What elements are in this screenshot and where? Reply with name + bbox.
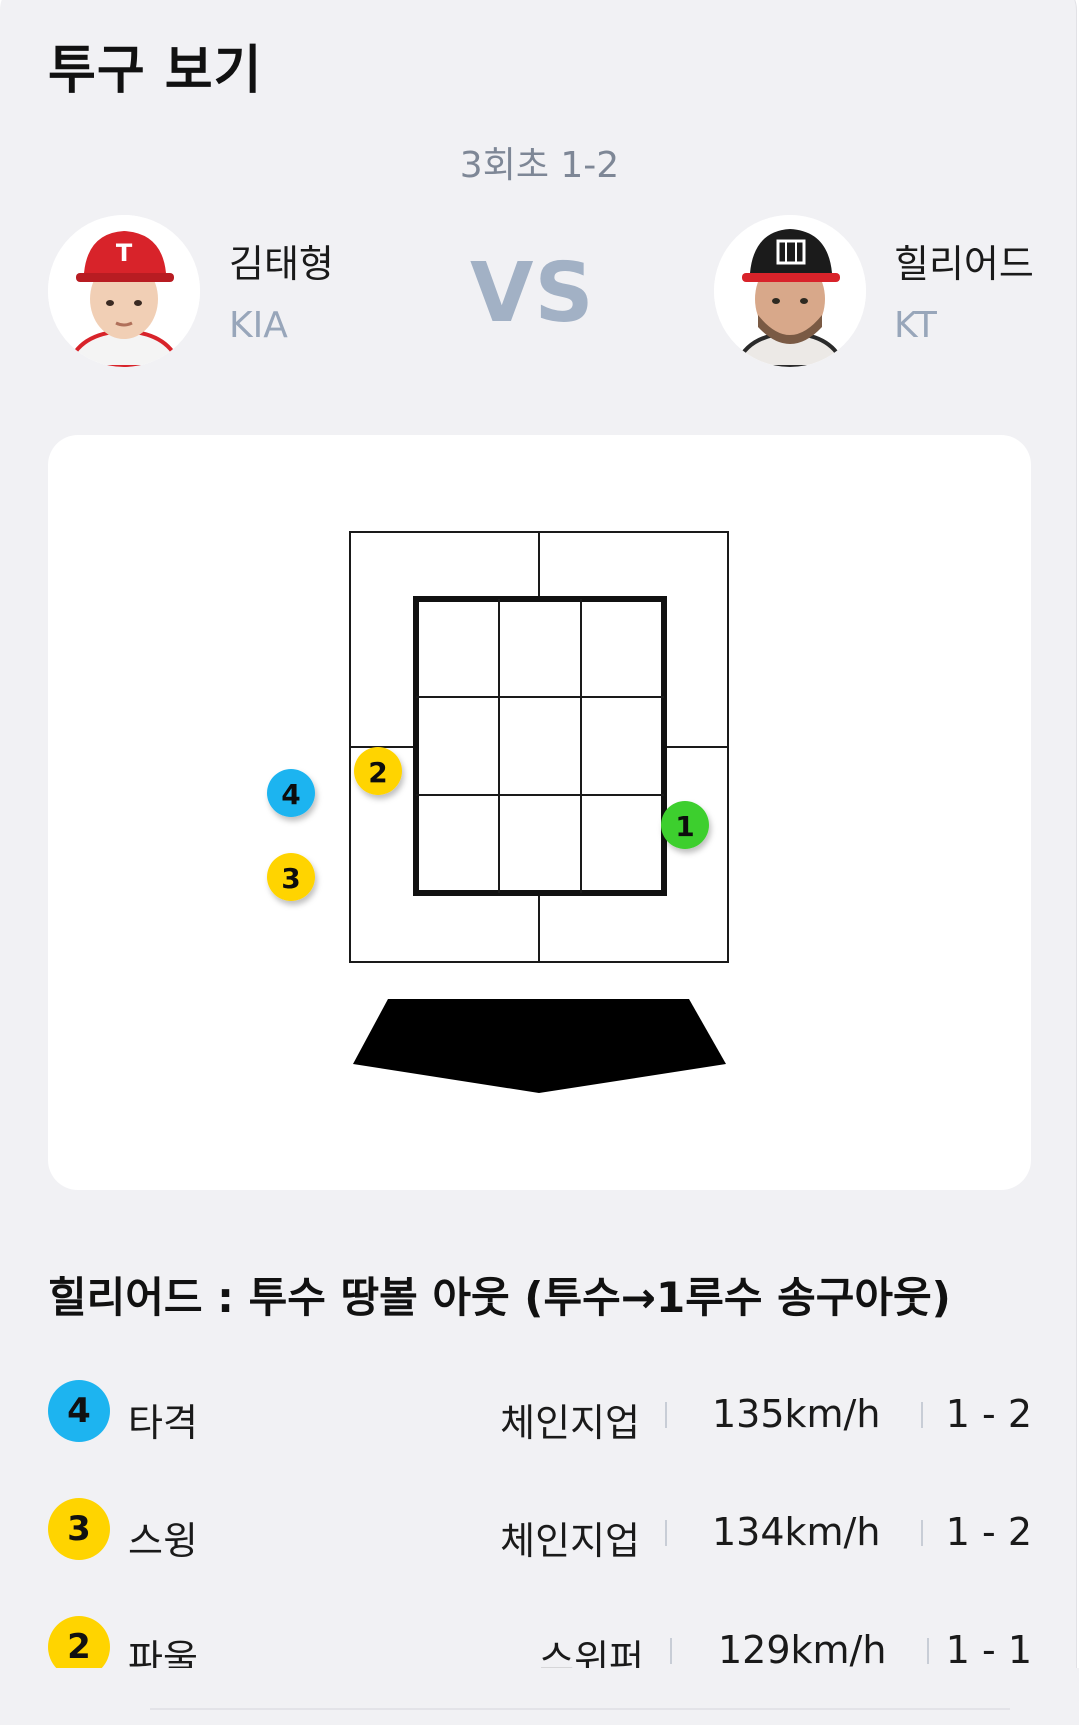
pitch-log-row[interactable]: 4 타격 체인지업 135km/h 1 - 2 xyxy=(48,1380,1032,1445)
pitch-action: 스윙 xyxy=(128,1519,198,1563)
pitch-speed: 129km/h xyxy=(718,1628,887,1672)
pitch-number-badge: 3 xyxy=(48,1498,110,1560)
strike-zone-diagram: 1 2 3 4 xyxy=(267,531,729,1093)
vs-label: VS xyxy=(470,246,595,341)
pitch-marker-1[interactable]: 1 xyxy=(661,801,709,849)
at-bat-result: 힐리어드 : 투수 땅볼 아웃 (투수→1루수 송구아웃) xyxy=(48,1273,951,1322)
pitch-speed: 135km/h xyxy=(712,1392,881,1436)
pitch-marker-1-label: 1 xyxy=(675,810,694,843)
pitcher-name: 힐리어드 xyxy=(894,242,1034,286)
pitch-marker-2-label: 2 xyxy=(368,756,387,789)
separator xyxy=(665,1402,667,1428)
separator xyxy=(927,1638,929,1664)
ball-strike-count: 1 - 2 xyxy=(945,1392,1032,1436)
pitch-log-row[interactable]: 3 스윙 체인지업 134km/h 1 - 2 xyxy=(48,1498,1032,1563)
list-fade xyxy=(0,1668,1079,1725)
batter-name: 김태형 xyxy=(229,242,334,286)
pitch-action: 타격 xyxy=(128,1401,198,1445)
svg-text:T: T xyxy=(116,239,133,267)
pitch-marker-3[interactable]: 3 xyxy=(267,853,315,901)
separator xyxy=(921,1402,923,1428)
pitcher-photo-icon xyxy=(714,215,866,367)
pitcher-team: KT xyxy=(894,305,937,346)
pitch-speed: 134km/h xyxy=(712,1510,881,1554)
divider xyxy=(150,1708,1010,1710)
pitcher-avatar[interactable] xyxy=(714,215,866,367)
separator xyxy=(670,1638,672,1664)
batter-team: KIA xyxy=(229,305,288,346)
batter-photo-icon: T xyxy=(48,215,200,367)
inner-strike-zone xyxy=(413,596,667,896)
pitch-marker-2[interactable]: 2 xyxy=(354,747,402,795)
pitch-marker-4-label: 4 xyxy=(281,778,300,811)
separator xyxy=(921,1520,923,1546)
home-plate xyxy=(353,999,726,1093)
pitch-type: 체인지업 xyxy=(500,1519,640,1563)
ball-strike-count: 1 - 1 xyxy=(945,1628,1032,1672)
batter-avatar[interactable]: T xyxy=(48,215,200,367)
pitch-marker-4[interactable]: 4 xyxy=(267,769,315,817)
inning-score: 3회초 1-2 xyxy=(459,145,620,186)
pitch-marker-3-label: 3 xyxy=(281,862,300,895)
pitch-type: 체인지업 xyxy=(500,1401,640,1445)
separator xyxy=(665,1520,667,1546)
ball-strike-count: 1 - 2 xyxy=(945,1510,1032,1554)
strike-zone-card: 1 2 3 4 xyxy=(48,435,1031,1190)
page-title: 투구 보기 xyxy=(48,41,263,101)
pitch-number-badge: 4 xyxy=(48,1380,110,1442)
